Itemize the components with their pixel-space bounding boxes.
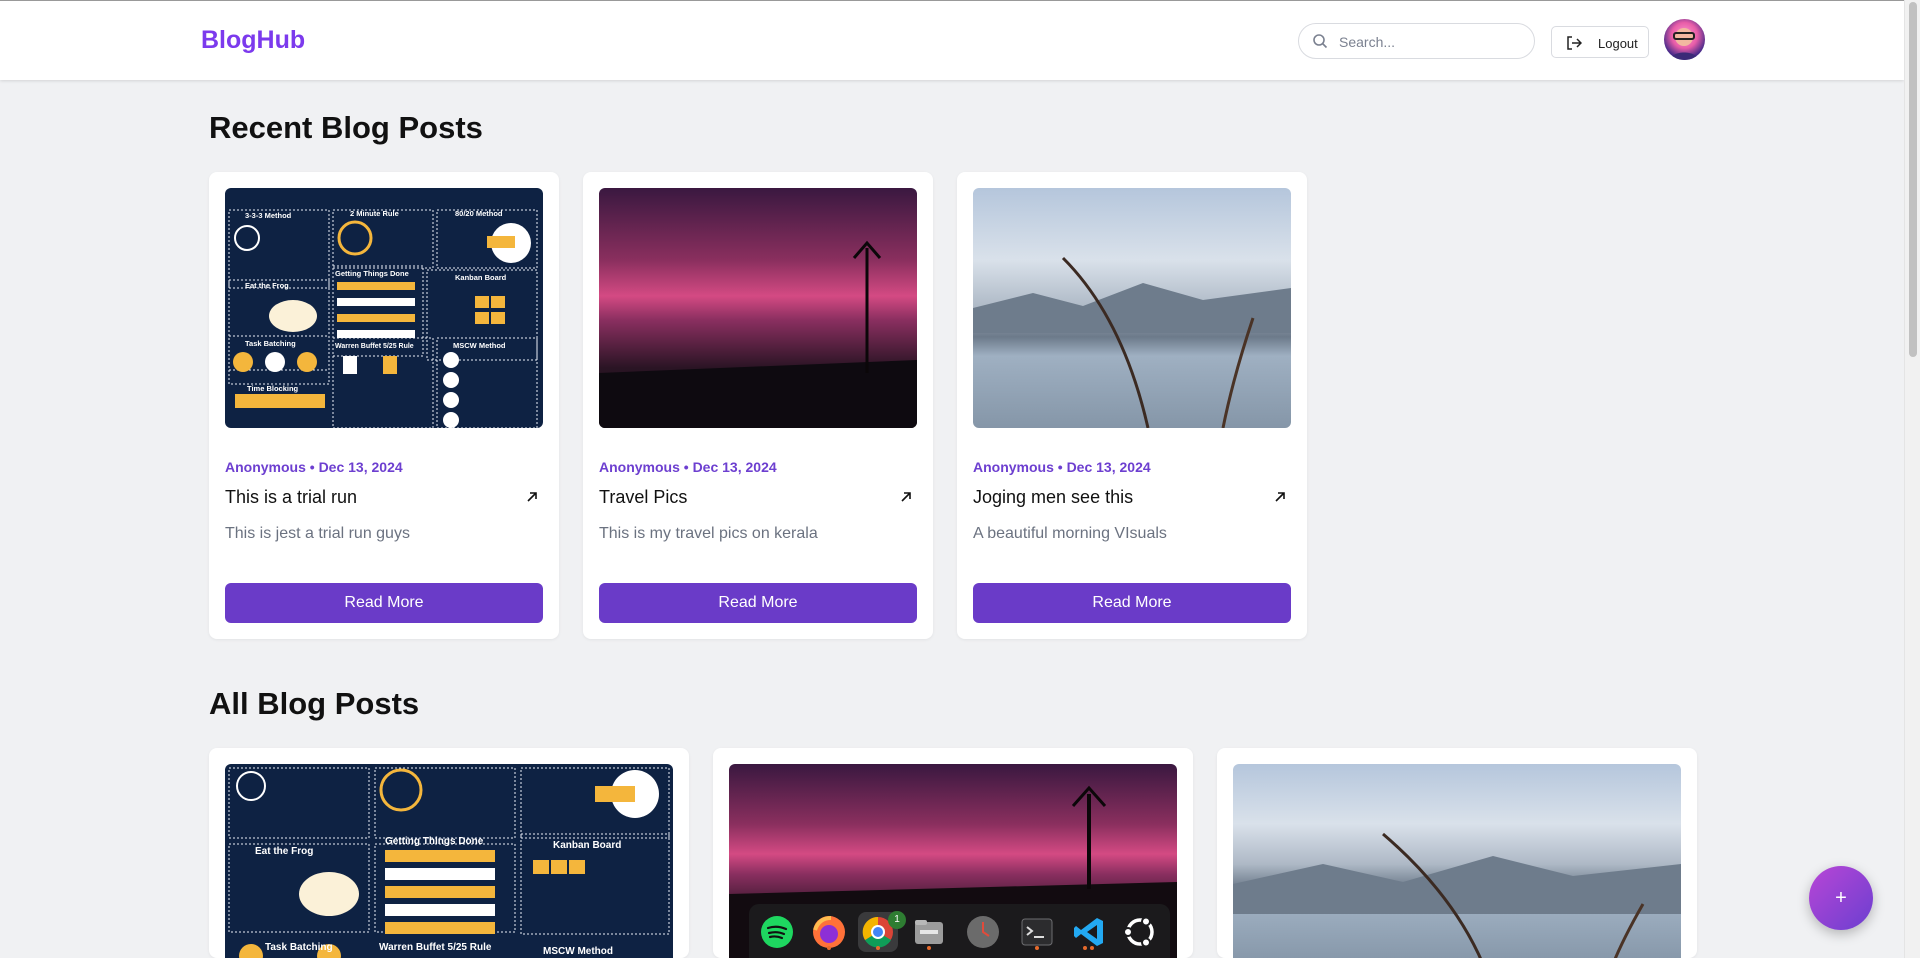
search-icon — [1313, 34, 1328, 49]
post-card: Anonymous • Dec 13, 2024 Travel Pics Thi… — [583, 172, 933, 639]
post-card: 3-3-3 Method 2 Minute Rule 80/20 Method … — [209, 172, 559, 639]
infographic-label: MSCW Method — [543, 946, 613, 957]
post-image-lake[interactable] — [973, 188, 1291, 428]
post-title[interactable]: This is a trial run — [225, 487, 357, 508]
infographic-label: 2 Minute Rule — [350, 209, 399, 218]
read-more-button[interactable]: Read More — [599, 583, 917, 623]
notification-badge: 1 — [888, 911, 906, 929]
infographic-label: Eat the Frog — [255, 846, 313, 857]
ubuntu-icon[interactable] — [1120, 912, 1160, 952]
post-image-infographic[interactable]: Eat the Frog Getting Things Done Kanban … — [225, 764, 673, 958]
search-placeholder: Search... — [1339, 34, 1396, 50]
files-icon[interactable] — [909, 912, 949, 952]
post-card: Anonymous • Dec 13, 2024 Joging men see … — [957, 172, 1307, 639]
terminal-icon[interactable] — [1017, 912, 1057, 952]
logo[interactable]: BlogHub — [201, 26, 305, 55]
logout-label: Logout — [1598, 36, 1638, 51]
infographic-label: MSCW Method — [453, 341, 506, 350]
read-more-button[interactable]: Read More — [973, 583, 1291, 623]
post-description: This is my travel pics on kerala — [599, 525, 818, 542]
scrollbar-thumb[interactable] — [1909, 2, 1917, 357]
external-link-arrow-icon[interactable] — [1273, 490, 1287, 504]
post-description: A beautiful morning VIsuals — [973, 525, 1167, 542]
os-dock — [749, 904, 1170, 958]
infographic-label: Task Batching — [265, 942, 333, 953]
clock-icon[interactable] — [963, 912, 1003, 952]
infographic-label: Time Blocking — [247, 384, 299, 393]
post-description: This is jest a trial run guys — [225, 525, 410, 542]
all-posts-heading: All Blog Posts — [209, 686, 420, 721]
post-image-infographic[interactable]: 3-3-3 Method 2 Minute Rule 80/20 Method … — [225, 188, 543, 428]
post-image-lake[interactable] — [1233, 764, 1681, 958]
infographic-label: Task Batching — [245, 339, 296, 348]
infographic-label: 3-3-3 Method — [245, 211, 292, 220]
infographic-label: 80/20 Method — [455, 209, 503, 218]
post-title[interactable]: Joging men see this — [973, 487, 1133, 508]
read-more-button[interactable]: Read More — [225, 583, 543, 623]
infographic-label: Warren Buffet 5/25 Rule — [335, 343, 414, 350]
spotify-icon[interactable] — [757, 912, 797, 952]
infographic-label: Getting Things Done — [385, 836, 484, 847]
infographic-label: Getting Things Done — [335, 269, 409, 278]
post-card: Eat the Frog Getting Things Done Kanban … — [209, 748, 689, 958]
post-meta: Anonymous • Dec 13, 2024 — [599, 459, 777, 475]
vscode-icon[interactable] — [1069, 912, 1109, 952]
post-meta: Anonymous • Dec 13, 2024 — [973, 459, 1151, 475]
infographic-label: Warren Buffet 5/25 Rule — [379, 942, 492, 953]
search-input[interactable]: Search... — [1298, 23, 1535, 59]
recent-posts-heading: Recent Blog Posts — [209, 110, 483, 145]
create-post-button[interactable]: + — [1809, 866, 1873, 930]
external-link-arrow-icon[interactable] — [899, 490, 913, 504]
post-card — [1217, 748, 1697, 958]
top-nav: BlogHub Search... Logout — [0, 0, 1904, 80]
external-link-arrow-icon[interactable] — [525, 490, 539, 504]
post-title[interactable]: Travel Pics — [599, 487, 687, 508]
scrollbar[interactable] — [1904, 0, 1920, 958]
logout-icon — [1567, 36, 1582, 50]
firefox-icon[interactable] — [809, 912, 849, 952]
infographic-label: Kanban Board — [553, 840, 621, 851]
avatar[interactable] — [1664, 19, 1705, 60]
infographic-label: Eat the Frog — [245, 281, 289, 290]
logout-button[interactable]: Logout — [1551, 26, 1649, 58]
infographic-label: Kanban Board — [455, 273, 507, 282]
post-meta: Anonymous • Dec 13, 2024 — [225, 459, 403, 475]
post-image-sunset[interactable] — [599, 188, 917, 428]
